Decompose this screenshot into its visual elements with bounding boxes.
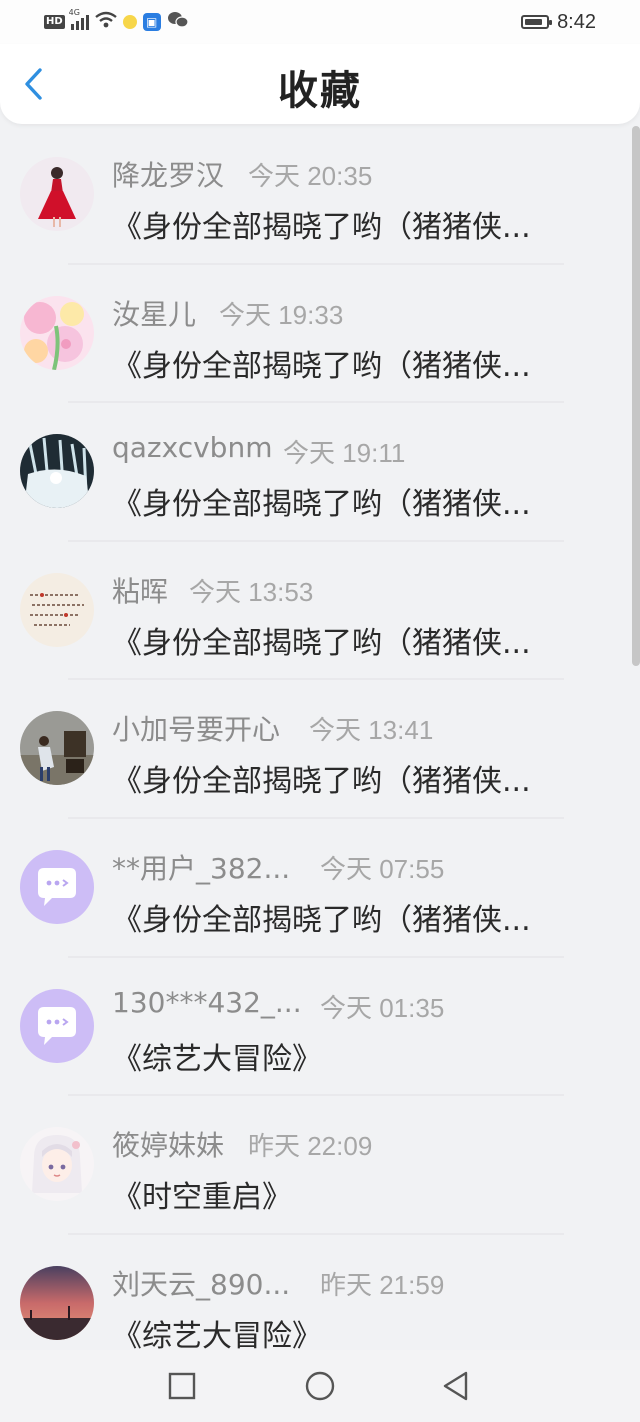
timestamp: 今天 13:41 bbox=[309, 715, 434, 746]
scrollbar[interactable] bbox=[632, 126, 640, 666]
favorite-title: 《身份全部揭晓了哟（猪猪侠... bbox=[112, 764, 531, 800]
list-item[interactable]: 130***432_... 今天 01:35 《综艺大冒险》 bbox=[0, 958, 632, 1097]
timestamp: 今天 19:33 bbox=[219, 299, 344, 330]
hd-icon: HD bbox=[44, 15, 65, 29]
circle-icon bbox=[305, 1371, 335, 1401]
avatar[interactable] bbox=[20, 295, 94, 370]
notification-app-icon-2: ▣ bbox=[142, 13, 161, 31]
avatar[interactable] bbox=[20, 849, 94, 924]
page-title: 收藏 bbox=[278, 68, 362, 114]
list-item[interactable]: 小加号要开心 今天 13:41 《身份全部揭晓了哟（猪猪侠... bbox=[0, 680, 632, 819]
favorite-title: 《时空重启》 bbox=[112, 1180, 292, 1216]
status-bar: HD 4G ▣ 8:42 bbox=[0, 0, 640, 44]
list-item[interactable]: 粘晖 今天 13:53 《身份全部揭晓了哟（猪猪侠... bbox=[0, 542, 632, 681]
favorite-title: 《身份全部揭晓了哟（猪猪侠... bbox=[112, 210, 531, 245]
home-button[interactable] bbox=[298, 1364, 342, 1408]
user-name: 130***432_... bbox=[112, 985, 302, 1019]
favorites-list: 降龙罗汉 今天 20:35 《身份全部揭晓了哟（猪猪侠... 汝星儿 今天 19… bbox=[0, 126, 632, 1374]
avatar[interactable] bbox=[20, 572, 94, 647]
list-item[interactable]: **用户_382... 今天 07:55 《身份全部揭晓了哟（猪猪侠... bbox=[0, 819, 632, 958]
system-back-button[interactable] bbox=[434, 1364, 478, 1408]
list-item[interactable]: 降龙罗汉 今天 20:35 《身份全部揭晓了哟（猪猪侠... bbox=[0, 126, 632, 265]
list-item[interactable]: qazxcvbnm 今天 19:11 《身份全部揭晓了哟（猪猪侠... bbox=[0, 403, 632, 542]
favorite-title: 《身份全部揭晓了哟（猪猪侠... bbox=[112, 625, 531, 661]
wechat-icon bbox=[167, 11, 189, 33]
favorite-title: 《身份全部揭晓了哟（猪猪侠... bbox=[112, 902, 531, 938]
system-nav-bar bbox=[0, 1350, 640, 1422]
timestamp: 今天 20:35 bbox=[248, 161, 373, 191]
notification-app-icon bbox=[122, 15, 137, 29]
user-name: 刘天云_890... bbox=[112, 1267, 291, 1301]
list-item[interactable]: 筱婷妹妹 昨天 22:09 《时空重启》 bbox=[0, 1096, 632, 1235]
timestamp: 昨天 22:09 bbox=[248, 1131, 373, 1162]
app-header: 收藏 bbox=[0, 44, 640, 124]
favorite-title: 《身份全部揭晓了哟（猪猪侠... bbox=[112, 348, 531, 384]
user-name: 降龙罗汉 bbox=[112, 159, 225, 192]
avatar[interactable] bbox=[20, 1127, 94, 1202]
user-name: qazxcvbnm bbox=[112, 431, 273, 465]
battery-icon bbox=[521, 15, 553, 29]
avatar[interactable] bbox=[20, 988, 94, 1063]
avatar[interactable] bbox=[20, 1265, 94, 1340]
avatar[interactable] bbox=[20, 434, 94, 509]
favorite-title: 《综艺大冒险》 bbox=[112, 1041, 322, 1077]
status-right: 8:42 bbox=[521, 10, 596, 34]
triangle-back-icon bbox=[443, 1371, 468, 1401]
user-name: **用户_382... bbox=[112, 851, 291, 885]
wifi-icon bbox=[94, 11, 117, 33]
recent-apps-button[interactable] bbox=[160, 1364, 204, 1408]
avatar[interactable] bbox=[20, 711, 94, 786]
battery-fill bbox=[525, 19, 543, 25]
timestamp: 今天 19:11 bbox=[283, 438, 406, 469]
timestamp: 昨天 21:59 bbox=[320, 1269, 445, 1300]
timestamp: 今天 01:35 bbox=[320, 992, 445, 1023]
status-left: HD 4G ▣ bbox=[44, 8, 189, 34]
timestamp: 今天 13:53 bbox=[189, 576, 314, 607]
user-name: 汝星儿 bbox=[112, 297, 197, 331]
status-time: 8:42 bbox=[557, 10, 596, 33]
avatar[interactable] bbox=[20, 157, 94, 231]
user-name: 筱婷妹妹 bbox=[112, 1129, 225, 1163]
user-name: 小加号要开心 bbox=[112, 713, 281, 747]
network-type: 4G bbox=[68, 8, 80, 17]
favorite-title: 《身份全部揭晓了哟（猪猪侠... bbox=[112, 487, 531, 523]
signal-icon: 4G bbox=[69, 8, 89, 30]
user-name: 粘晖 bbox=[112, 574, 169, 608]
square-icon bbox=[168, 1372, 196, 1400]
favorite-title: 《综艺大冒险》 bbox=[112, 1318, 322, 1354]
list-item[interactable]: 汝星儿 今天 19:33 《身份全部揭晓了哟（猪猪侠... bbox=[0, 265, 632, 404]
timestamp: 今天 07:55 bbox=[320, 853, 445, 884]
